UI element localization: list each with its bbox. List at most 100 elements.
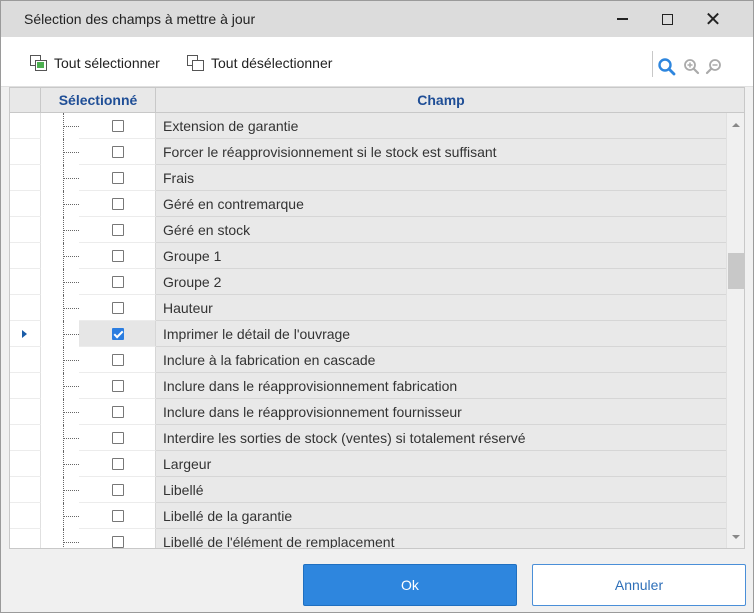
row-checkbox[interactable]: [112, 380, 124, 392]
row-checkbox[interactable]: [112, 328, 124, 340]
field-name-cell[interactable]: Libellé de l'élément de remplacement: [156, 529, 726, 548]
table-row[interactable]: Inclure dans le réapprovisionnement four…: [10, 399, 726, 425]
row-checkbox[interactable]: [112, 224, 124, 236]
row-checkbox[interactable]: [112, 198, 124, 210]
row-checkbox[interactable]: [112, 302, 124, 314]
table-row[interactable]: Interdire les sorties de stock (ventes) …: [10, 425, 726, 451]
tree-connector: [41, 295, 79, 321]
row-checkbox[interactable]: [112, 406, 124, 418]
selected-cell: [79, 425, 156, 451]
field-name-cell[interactable]: Extension de garantie: [156, 113, 726, 139]
table-row[interactable]: Inclure dans le réapprovisionnement fabr…: [10, 373, 726, 399]
row-checkbox[interactable]: [112, 120, 124, 132]
current-row-arrow-icon: [22, 330, 27, 338]
table-row[interactable]: Libellé de la garantie: [10, 503, 726, 529]
table-row[interactable]: Groupe 2: [10, 269, 726, 295]
table-row[interactable]: Inclure à la fabrication en cascade: [10, 347, 726, 373]
field-name-cell[interactable]: Interdire les sorties de stock (ventes) …: [156, 425, 726, 451]
field-name-cell[interactable]: Géré en stock: [156, 217, 726, 243]
table-row[interactable]: Largeur: [10, 451, 726, 477]
field-name-cell[interactable]: Inclure dans le réapprovisionnement fabr…: [156, 373, 726, 399]
zoom-in-icon[interactable]: [682, 57, 702, 77]
table-row[interactable]: Géré en contremarque: [10, 191, 726, 217]
scroll-thumb[interactable]: [728, 253, 744, 289]
field-name-cell[interactable]: Libellé: [156, 477, 726, 503]
row-indicator[interactable]: [10, 295, 41, 321]
table-row[interactable]: Hauteur: [10, 295, 726, 321]
selected-cell: [79, 399, 156, 425]
ok-button[interactable]: Ok: [303, 564, 517, 606]
field-name-cell[interactable]: Largeur: [156, 451, 726, 477]
row-checkbox[interactable]: [112, 250, 124, 262]
row-checkbox[interactable]: [112, 536, 124, 548]
field-name-cell[interactable]: Inclure à la fabrication en cascade: [156, 347, 726, 373]
grid-header: Sélectionné Champ: [10, 88, 744, 113]
field-name-cell[interactable]: Imprimer le détail de l'ouvrage: [156, 321, 726, 347]
row-checkbox[interactable]: [112, 510, 124, 522]
selected-cell: [79, 451, 156, 477]
row-indicator[interactable]: [10, 165, 41, 191]
table-row[interactable]: Imprimer le détail de l'ouvrage: [10, 321, 726, 347]
row-indicator[interactable]: [10, 477, 41, 503]
row-checkbox[interactable]: [112, 458, 124, 470]
row-indicator[interactable]: [10, 139, 41, 165]
field-name-cell[interactable]: Groupe 1: [156, 243, 726, 269]
row-indicator[interactable]: [10, 503, 41, 529]
minimize-icon: [616, 18, 628, 20]
zoom-out-icon[interactable]: [705, 57, 725, 77]
cancel-button[interactable]: Annuler: [532, 564, 746, 606]
field-name-cell[interactable]: Forcer le réapprovisionnement si le stoc…: [156, 139, 726, 165]
tree-connector: [41, 139, 79, 165]
row-checkbox[interactable]: [112, 354, 124, 366]
row-checkbox[interactable]: [112, 172, 124, 184]
tree-connector: [41, 529, 79, 548]
table-row[interactable]: Groupe 1: [10, 243, 726, 269]
row-indicator[interactable]: [10, 113, 41, 139]
field-name-cell[interactable]: Inclure dans le réapprovisionnement four…: [156, 399, 726, 425]
selected-cell: [79, 373, 156, 399]
header-selected[interactable]: Sélectionné: [41, 88, 156, 113]
maximize-button[interactable]: [644, 1, 690, 37]
row-indicator[interactable]: [10, 373, 41, 399]
field-name-cell[interactable]: Libellé de la garantie: [156, 503, 726, 529]
deselect-all-label: Tout désélectionner: [211, 55, 333, 71]
row-indicator[interactable]: [10, 425, 41, 451]
row-indicator[interactable]: [10, 529, 41, 548]
row-indicator[interactable]: [10, 321, 41, 347]
vertical-scrollbar[interactable]: [726, 113, 744, 548]
tree-connector: [41, 347, 79, 373]
table-row[interactable]: Forcer le réapprovisionnement si le stoc…: [10, 139, 726, 165]
row-indicator[interactable]: [10, 399, 41, 425]
table-row[interactable]: Géré en stock: [10, 217, 726, 243]
field-name-cell[interactable]: Groupe 2: [156, 269, 726, 295]
row-indicator[interactable]: [10, 269, 41, 295]
row-indicator[interactable]: [10, 243, 41, 269]
header-field[interactable]: Champ: [156, 88, 726, 113]
row-indicator[interactable]: [10, 217, 41, 243]
maximize-icon: [661, 13, 673, 25]
scroll-up-icon[interactable]: [732, 123, 740, 127]
row-indicator[interactable]: [10, 451, 41, 477]
deselect-all-button[interactable]: Tout désélectionner: [187, 55, 332, 71]
row-checkbox[interactable]: [112, 276, 124, 288]
table-row[interactable]: Extension de garantie: [10, 113, 726, 139]
scroll-down-icon[interactable]: [732, 535, 740, 539]
table-row[interactable]: Libellé de l'élément de remplacement: [10, 529, 726, 548]
row-indicator[interactable]: [10, 347, 41, 373]
minimize-button[interactable]: [599, 1, 645, 37]
select-all-button[interactable]: Tout sélectionner: [30, 55, 160, 71]
zoom-search-icon[interactable]: [657, 57, 677, 77]
field-name-cell[interactable]: Hauteur: [156, 295, 726, 321]
field-name-cell[interactable]: Géré en contremarque: [156, 191, 726, 217]
selected-cell: [79, 347, 156, 373]
grid-rows: Extension de garantie Forcer le réapprovi…: [10, 113, 726, 548]
row-checkbox[interactable]: [112, 484, 124, 496]
table-row[interactable]: Libellé: [10, 477, 726, 503]
field-name-cell[interactable]: Frais: [156, 165, 726, 191]
row-indicator[interactable]: [10, 191, 41, 217]
row-checkbox[interactable]: [112, 432, 124, 444]
table-row[interactable]: Frais: [10, 165, 726, 191]
window-title: Sélection des champs à mettre à jour: [24, 11, 256, 27]
close-button[interactable]: ✕: [690, 1, 736, 37]
row-checkbox[interactable]: [112, 146, 124, 158]
